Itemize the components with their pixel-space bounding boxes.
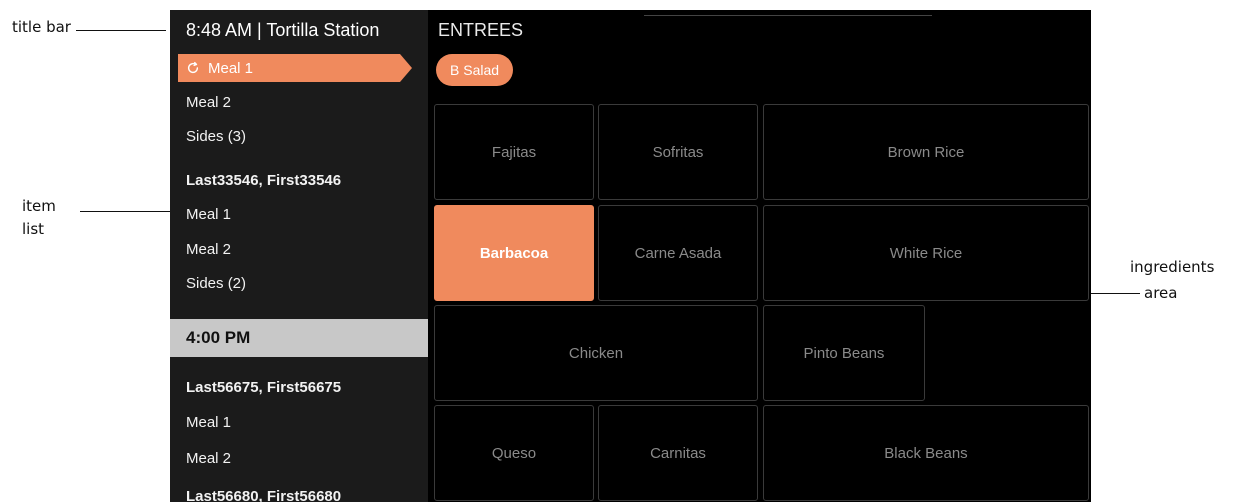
sidebar-item-meal-2-c[interactable]: Meal 2: [186, 450, 231, 467]
ingredient-tile-white-rice[interactable]: White Rice: [763, 205, 1089, 301]
ingredient-tile-sofritas[interactable]: Sofritas: [598, 104, 758, 200]
time-header: 4:00 PM: [170, 319, 428, 357]
sidebar-item-sides-3[interactable]: Sides (3): [186, 128, 246, 145]
ingredient-tile-black-beans[interactable]: Black Beans: [763, 405, 1089, 501]
annotation-item-list-line2: list: [22, 220, 45, 238]
customer-name-3: Last56680, First56680: [186, 488, 342, 502]
ingredients-area: ENTREES B Salad Fajitas Sofritas Brown R…: [428, 10, 1091, 502]
kiosk-screen: 8:48 AM | Tortilla Station Meal 1 Meal 2…: [170, 10, 1091, 502]
sidebar-item-meal-1-c[interactable]: Meal 1: [186, 414, 231, 431]
annotation-line-title-bar: [76, 30, 166, 31]
annotation-title-bar: title bar: [12, 18, 71, 36]
customer-name-2: Last56675, First56675: [186, 379, 342, 396]
top-divider: [644, 15, 932, 16]
annotation-line-item-list: [80, 211, 170, 212]
sidebar-item-label: Meal 1: [208, 59, 254, 77]
ingredient-tile-barbacoa-selected[interactable]: Barbacoa: [434, 205, 594, 301]
ingredient-tile-carnitas[interactable]: Carnitas: [598, 405, 758, 501]
ingredient-tile-pinto-beans[interactable]: Pinto Beans: [763, 305, 925, 401]
annotation-item-list-line1: item: [22, 197, 56, 215]
chip-b-salad[interactable]: B Salad: [436, 54, 514, 86]
sidebar-item-sides-2[interactable]: Sides (2): [186, 275, 246, 292]
annotation-ingredients-line2: area: [1144, 284, 1178, 302]
ingredient-tile-brown-rice[interactable]: Brown Rice: [763, 104, 1089, 200]
sidebar-item-meal-1[interactable]: Meal 1: [186, 206, 231, 223]
annotation-line-ingredients: [1091, 293, 1140, 294]
ingredient-tile-queso[interactable]: Queso: [434, 405, 594, 501]
ingredient-tile-chicken[interactable]: Chicken: [434, 305, 758, 401]
refresh-icon: [187, 61, 199, 74]
sidebar-item-meal-2[interactable]: Meal 2: [186, 94, 231, 111]
sidebar-item-meal-1-selected[interactable]: Meal 1: [178, 54, 412, 82]
section-title: ENTREES: [438, 20, 524, 40]
title-bar: 8:48 AM | Tortilla Station: [186, 20, 380, 40]
ingredient-tile-carne-asada[interactable]: Carne Asada: [598, 205, 758, 301]
annotation-ingredients-line1: ingredients: [1130, 258, 1215, 276]
sidebar-item-meal-2-b[interactable]: Meal 2: [186, 241, 231, 258]
item-list-sidebar: 8:48 AM | Tortilla Station Meal 1 Meal 2…: [170, 10, 428, 502]
customer-name: Last33546, First33546: [186, 172, 342, 189]
ingredient-tile-fajitas[interactable]: Fajitas: [434, 104, 594, 200]
